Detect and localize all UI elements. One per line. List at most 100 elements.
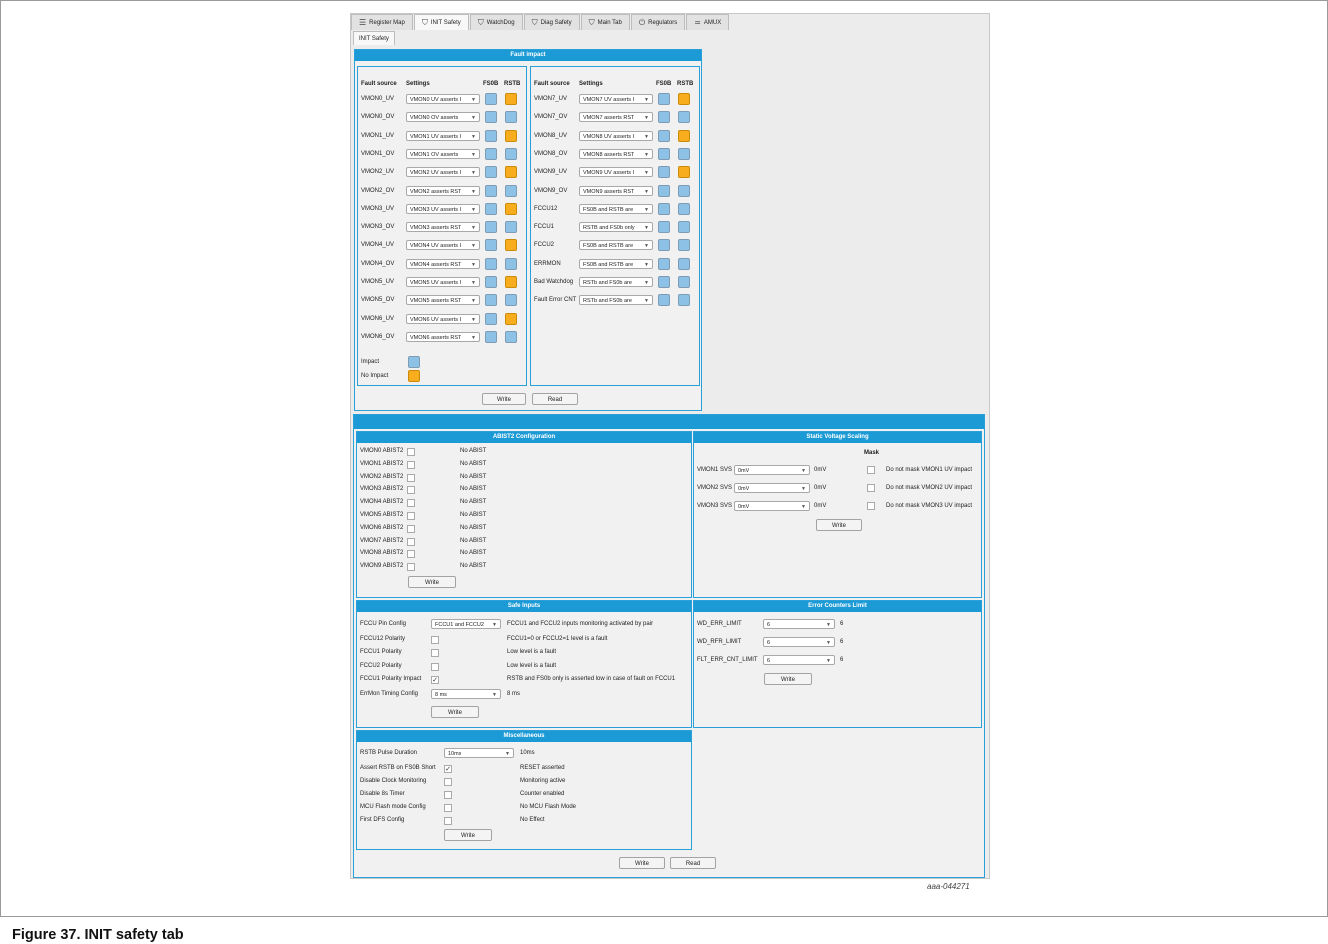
fault-setting-select[interactable]: VMON7 UV asserts I ▼ <box>579 94 653 104</box>
tab-init-safety[interactable]: ⛉ INIT Safety <box>413 14 469 30</box>
fault-setting-select[interactable]: FS0B and RSTB are ▼ <box>579 203 653 214</box>
bottom-read-button[interactable]: Read <box>670 857 716 869</box>
fault-setting-select[interactable]: RSTB and FS0b only ▼ <box>579 222 653 233</box>
fault-setting-select[interactable]: VMON7 asserts RST ▼ <box>579 112 653 123</box>
fault-setting-select[interactable]: VMON4 asserts RST ▼ <box>406 258 480 269</box>
fault-setting-select[interactable]: VMON1 OV asserts ▼ <box>406 148 480 159</box>
fault-setting-select[interactable]: RSTb and FS0b are ▼ <box>579 295 653 306</box>
rstb-indicator[interactable] <box>505 221 517 234</box>
fault-setting-select[interactable]: VMON6 UV asserts I ▼ <box>406 313 480 324</box>
fs0b-indicator[interactable] <box>658 202 670 215</box>
misc-checkbox[interactable] <box>444 778 452 786</box>
error-counter-select[interactable]: 6 ▼ <box>763 655 835 665</box>
errmon-timing-select[interactable]: 8 ms ▼ <box>431 689 501 699</box>
safe-input-checkbox[interactable]: ✓ <box>431 675 439 684</box>
abist-checkbox[interactable] <box>407 486 415 495</box>
fs0b-indicator[interactable] <box>658 129 670 142</box>
fs0b-indicator[interactable] <box>485 312 497 325</box>
fs0b-indicator[interactable] <box>485 294 497 307</box>
rstb-indicator[interactable] <box>678 111 690 124</box>
abist-checkbox[interactable] <box>407 448 415 456</box>
rstb-indicator[interactable] <box>505 312 517 325</box>
fault-setting-select[interactable]: VMON8 asserts RST ▼ <box>579 148 653 159</box>
rstb-indicator[interactable] <box>505 239 517 252</box>
rstb-indicator[interactable] <box>505 129 517 142</box>
fs0b-indicator[interactable] <box>485 202 497 215</box>
fault-setting-select[interactable]: VMON0 OV asserts ▼ <box>406 112 480 123</box>
rstb-indicator[interactable] <box>678 239 690 252</box>
tab-main[interactable]: ⛉ Main Tab <box>580 14 630 30</box>
fs0b-indicator[interactable] <box>485 221 497 234</box>
fs0b-indicator[interactable] <box>485 166 497 179</box>
fault-setting-select[interactable]: VMON8 UV asserts I ▼ <box>579 130 653 141</box>
tab-watchdog[interactable]: ⛉ WatchDog <box>469 14 523 30</box>
fault-setting-select[interactable]: VMON5 UV asserts I ▼ <box>406 277 480 287</box>
safe-input-checkbox[interactable] <box>431 649 439 658</box>
svs-mask-checkbox[interactable] <box>867 502 875 510</box>
abist-checkbox[interactable] <box>407 563 415 572</box>
fs0b-indicator[interactable] <box>658 111 670 124</box>
misc-checkbox[interactable]: ✓ <box>444 765 452 773</box>
svs-mask-checkbox[interactable] <box>867 484 875 492</box>
fs0b-indicator[interactable] <box>658 147 670 160</box>
fs0b-indicator[interactable] <box>658 276 670 288</box>
fs0b-indicator[interactable] <box>658 93 670 105</box>
fs0b-indicator[interactable] <box>485 276 497 288</box>
fccu-pin-config-select[interactable]: FCCU1 and FCCU2 ▼ <box>431 619 501 629</box>
fs0b-indicator[interactable] <box>485 330 497 343</box>
abist-checkbox[interactable] <box>407 512 415 520</box>
misc-write-button[interactable]: Write <box>444 829 492 841</box>
fault-impact-read-button[interactable]: Read <box>532 393 578 405</box>
error-counter-select[interactable]: 6 ▼ <box>763 637 835 647</box>
fault-setting-select[interactable]: VMON3 UV asserts I ▼ <box>406 203 480 214</box>
fault-impact-write-button[interactable]: Write <box>482 393 526 405</box>
rstb-indicator[interactable] <box>505 111 517 124</box>
rstb-indicator[interactable] <box>678 202 690 215</box>
abist-checkbox[interactable] <box>407 550 415 559</box>
fault-setting-select[interactable]: VMON4 UV asserts I ▼ <box>406 240 480 251</box>
rstb-indicator[interactable] <box>505 202 517 215</box>
abist-checkbox[interactable] <box>407 537 415 546</box>
rstb-indicator[interactable] <box>678 166 690 179</box>
fault-setting-select[interactable]: VMON9 UV asserts I ▼ <box>579 167 653 178</box>
error-counter-select[interactable]: 6 ▼ <box>763 619 835 629</box>
svs-select[interactable]: 0mV ▼ <box>734 465 810 475</box>
fault-setting-select[interactable]: VMON2 UV asserts I ▼ <box>406 167 480 178</box>
fault-setting-select[interactable]: VMON1 UV asserts I ▼ <box>406 130 480 141</box>
fault-setting-select[interactable]: VMON3 asserts RST ▼ <box>406 222 480 233</box>
rstb-indicator[interactable] <box>505 257 517 270</box>
safe-input-checkbox[interactable] <box>431 636 439 644</box>
svs-mask-checkbox[interactable] <box>867 466 875 474</box>
fs0b-indicator[interactable] <box>485 147 497 160</box>
rstb-indicator[interactable] <box>678 129 690 142</box>
fs0b-indicator[interactable] <box>658 166 670 179</box>
fault-setting-select[interactable]: VMON6 asserts RST ▼ <box>406 331 480 342</box>
fs0b-indicator[interactable] <box>658 239 670 252</box>
rstb-indicator[interactable] <box>505 147 517 160</box>
fault-setting-select[interactable]: FS0B and RSTB are ▼ <box>579 240 653 251</box>
fs0b-indicator[interactable] <box>658 184 670 197</box>
rstb-indicator[interactable] <box>678 184 690 197</box>
rstb-indicator[interactable] <box>505 184 517 197</box>
fs0b-indicator[interactable] <box>485 184 497 197</box>
abist-checkbox[interactable] <box>407 524 415 533</box>
subtab-init-safety[interactable]: INIT Safety <box>353 31 395 45</box>
rstb-indicator[interactable] <box>505 93 517 105</box>
bottom-write-button[interactable]: Write <box>619 857 665 869</box>
fs0b-indicator[interactable] <box>485 111 497 124</box>
misc-checkbox[interactable] <box>444 804 452 812</box>
abist-checkbox[interactable] <box>407 473 415 482</box>
abist-checkbox[interactable] <box>407 499 415 508</box>
abist-checkbox[interactable] <box>407 460 415 469</box>
fault-setting-select[interactable]: VMON2 asserts RST ▼ <box>406 185 480 196</box>
fault-setting-select[interactable]: VMON0 UV asserts I ▼ <box>406 94 480 104</box>
svs-write-button[interactable]: Write <box>816 519 862 531</box>
rstb-indicator[interactable] <box>505 330 517 343</box>
rstb-indicator[interactable] <box>678 221 690 234</box>
misc-checkbox[interactable] <box>444 791 452 799</box>
fault-setting-select[interactable]: RSTb and FS0b are ▼ <box>579 277 653 287</box>
fs0b-indicator[interactable] <box>658 221 670 234</box>
rstb-indicator[interactable] <box>505 276 517 288</box>
abist2-write-button[interactable]: Write <box>408 576 456 588</box>
fs0b-indicator[interactable] <box>485 93 497 105</box>
